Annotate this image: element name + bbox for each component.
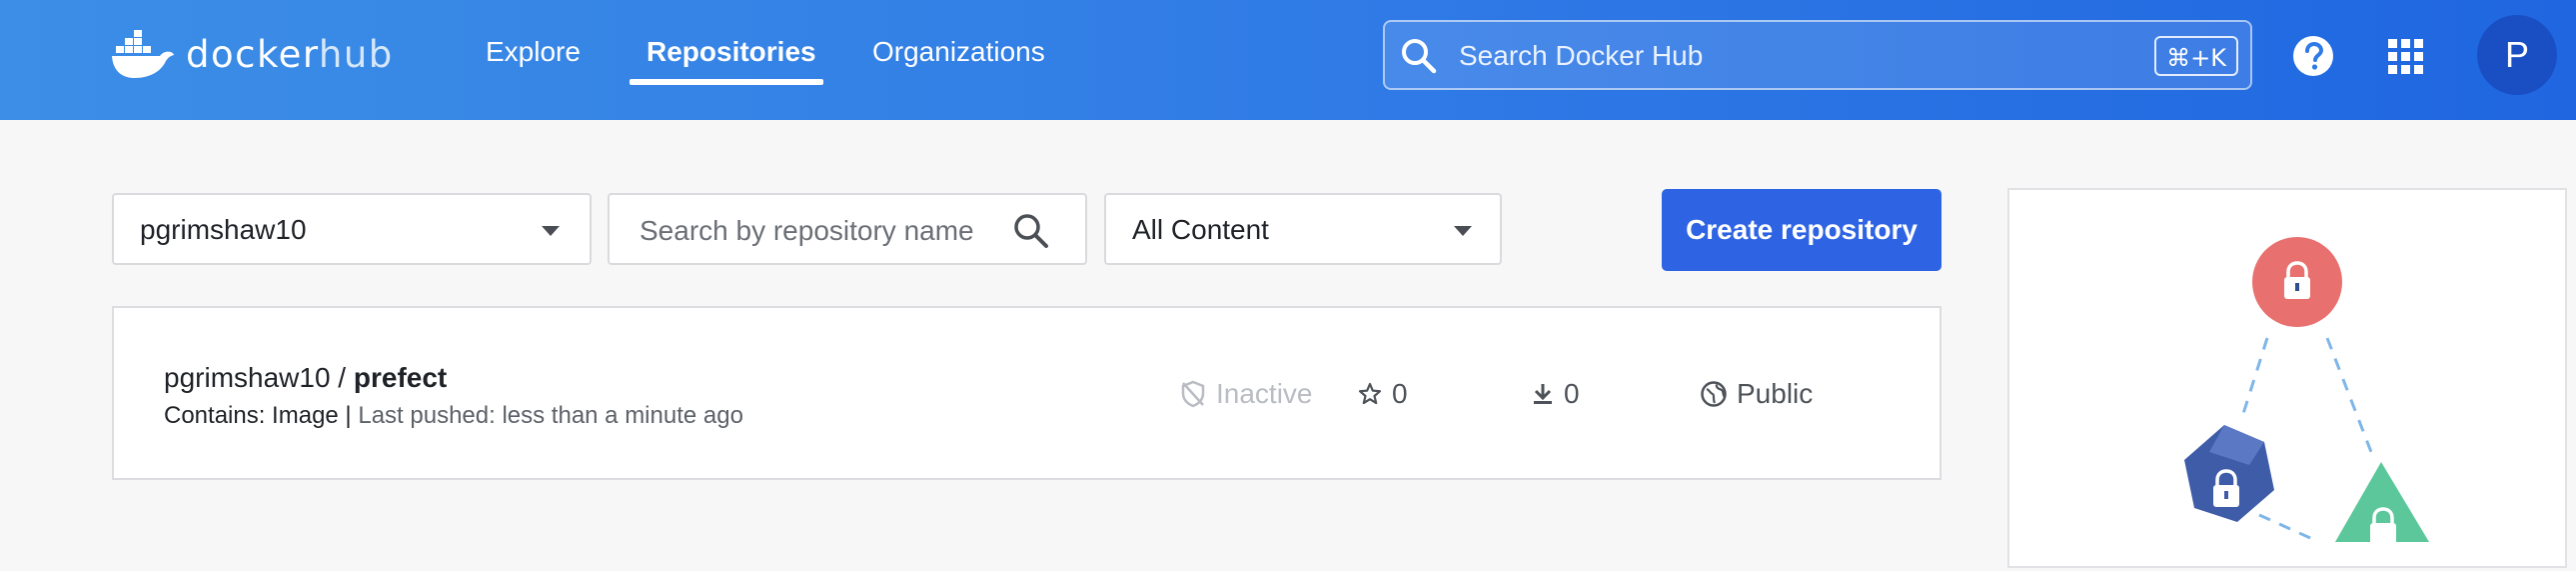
repository-stars-count: 0 xyxy=(1392,378,1408,409)
search-icon xyxy=(1014,214,1048,248)
caret-down-icon xyxy=(542,226,560,236)
repository-visibility-label: Public xyxy=(1737,378,1814,409)
active-tab-indicator xyxy=(630,79,823,85)
docker-whale-icon xyxy=(112,30,174,78)
repository-status: Inactive xyxy=(1180,378,1313,410)
blue-hexagon-badge xyxy=(2184,425,2274,522)
content-filter-value: All Content xyxy=(1132,214,1269,245)
create-repository-button[interactable]: Create repository xyxy=(1662,189,1941,271)
namespace-select-value: pgrimshaw10 xyxy=(140,214,307,245)
content-filter-select[interactable]: All Content xyxy=(1104,193,1502,265)
star-icon xyxy=(1358,382,1382,405)
search-shortcut-badge: ⌘+K xyxy=(2154,36,2238,76)
repository-contains: Contains: Image | xyxy=(164,402,359,429)
nav-repositories[interactable]: Repositories xyxy=(646,36,816,68)
docker-hub-logo[interactable]: dockerhub xyxy=(110,28,394,80)
repository-list-item[interactable]: pgrimshaw10 / prefect Contains: Image | … xyxy=(112,306,1941,480)
global-search[interactable]: ⌘+K xyxy=(1383,20,2252,90)
repository-visibility: Public xyxy=(1701,378,1813,410)
repository-owner: pgrimshaw10 / xyxy=(164,362,354,393)
promo-illustration-panel xyxy=(2007,188,2567,568)
repository-title[interactable]: pgrimshaw10 / prefect xyxy=(164,362,447,394)
repository-status-label: Inactive xyxy=(1216,378,1313,409)
logo-docker-text: docker xyxy=(186,32,319,76)
repository-search-input[interactable] xyxy=(638,209,981,253)
repository-pulls-count: 0 xyxy=(1564,378,1580,409)
global-search-input[interactable] xyxy=(1457,34,2100,78)
globe-icon xyxy=(1701,381,1727,407)
repository-meta: Contains: Image | Last pushed: less than… xyxy=(164,402,743,430)
apps-grid-icon[interactable] xyxy=(2388,39,2424,75)
caret-down-icon xyxy=(1454,226,1472,236)
repository-stars: 0 xyxy=(1358,378,1408,410)
namespace-select[interactable]: pgrimshaw10 xyxy=(112,193,592,265)
logo-hub-text: hub xyxy=(318,32,394,76)
search-icon xyxy=(1402,39,1437,74)
top-navigation-bar: dockerhub Explore Repositories Organizat… xyxy=(0,0,2576,120)
security-illustration xyxy=(2184,237,2429,545)
logo-wordmark: dockerhub xyxy=(186,33,394,76)
help-icon[interactable] xyxy=(2292,35,2334,77)
download-icon xyxy=(1534,384,1552,404)
inactive-shield-icon xyxy=(1181,380,1205,408)
repository-last-pushed: Last pushed: less than a minute ago xyxy=(358,402,743,429)
nav-explore[interactable]: Explore xyxy=(486,36,581,68)
nav-organizations[interactable]: Organizations xyxy=(872,36,1045,68)
repository-search[interactable] xyxy=(608,193,1087,265)
repository-name: prefect xyxy=(353,362,448,393)
repository-pulls: 0 xyxy=(1532,378,1580,410)
user-avatar[interactable]: P xyxy=(2477,15,2557,95)
